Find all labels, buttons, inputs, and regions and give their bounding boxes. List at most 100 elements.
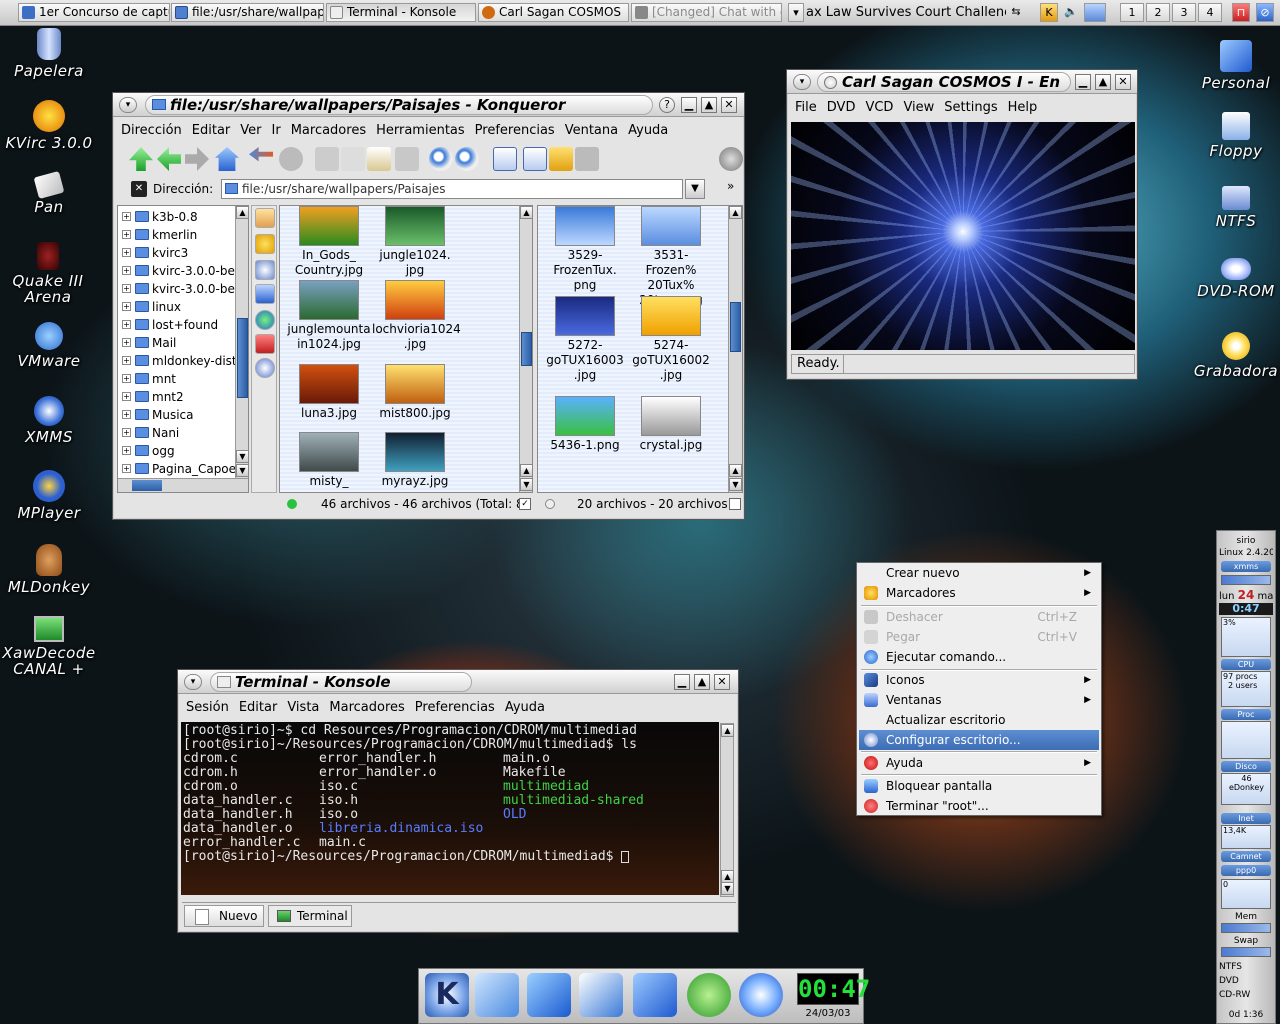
desktop-icon-pan[interactable]: Pan — [1, 171, 97, 215]
window-menu-button[interactable]: ▾ — [793, 74, 811, 90]
menu-file[interactable]: File — [795, 100, 817, 115]
desktop-icon-vmware[interactable]: VMware — [1, 322, 97, 369]
scroll-down-button[interactable]: ▼ — [729, 478, 742, 491]
scroll-up-button-2[interactable]: ▲ — [729, 464, 742, 477]
scroll-thumb[interactable] — [521, 332, 532, 366]
bookmarks-star-icon[interactable] — [255, 234, 275, 254]
menu-ayuda[interactable]: Ayuda — [628, 123, 668, 138]
file-item[interactable]: lochvioria1024 .jpg — [372, 280, 461, 352]
services-icon[interactable] — [255, 334, 275, 354]
scroll-down-button[interactable]: ▼ — [236, 450, 248, 463]
klipper-icon[interactable] — [1084, 3, 1106, 22]
up-arrow-icon[interactable] — [129, 147, 153, 171]
menu-item-ejecutar[interactable]: Ejecutar comando... — [859, 647, 1099, 667]
desktop-4[interactable]: 4 — [1198, 3, 1222, 22]
tree-item[interactable]: + mldonkey-distr — [122, 352, 242, 370]
tree-hscrollbar[interactable] — [118, 478, 248, 492]
maximize-button[interactable]: ▲ — [694, 674, 710, 690]
delete-icon[interactable] — [575, 147, 599, 171]
news-ticker[interactable]: ax Law Survives Court Challenc — [806, 3, 1006, 22]
tree-item[interactable]: + kmerlin — [122, 226, 197, 244]
gk-fs-dvd[interactable]: DVD — [1219, 975, 1273, 987]
kde-tray-icon[interactable]: K — [1040, 3, 1058, 22]
scroll-down-button[interactable]: ▼ — [721, 882, 734, 895]
network-globe-icon[interactable] — [255, 310, 275, 330]
gk-xmms-bar[interactable] — [1221, 575, 1271, 585]
video-area[interactable] — [791, 122, 1135, 350]
menu-item-marcadores[interactable]: Marcadores ▶ — [859, 583, 1099, 603]
file-item[interactable]: 5272- goTUX16003 .jpg — [542, 296, 628, 383]
task-konsole[interactable]: Terminal - Konsole — [326, 3, 476, 22]
gaim-launcher-button[interactable] — [687, 973, 731, 1017]
volume-icon[interactable]: 🔈 — [1062, 3, 1080, 22]
tree-item[interactable]: + lost+found — [122, 316, 218, 334]
address-dropdown-button[interactable]: ▼ — [685, 179, 705, 199]
scroll-up-button-2[interactable]: ▲ — [520, 464, 532, 477]
konsole-launcher-button[interactable] — [527, 973, 571, 1017]
file-item[interactable]: luna3.jpg — [286, 364, 372, 421]
task-concurso[interactable]: 1er Concurso de captu — [18, 3, 170, 22]
desktop-icon-quake[interactable]: Quake III Arena — [0, 242, 96, 305]
new-folder-icon[interactable] — [549, 147, 573, 171]
expand-icon[interactable]: + — [122, 302, 131, 311]
clear-address-icon[interactable]: ✕ — [131, 181, 147, 197]
expand-icon[interactable]: + — [122, 248, 131, 257]
file-item[interactable]: junglemounta in1024.jpg — [286, 280, 372, 352]
network-icon[interactable]: ⇆ — [1007, 3, 1025, 22]
kde-menu-button[interactable]: K — [425, 973, 469, 1017]
menu-marcadores[interactable]: Marcadores — [291, 123, 366, 138]
expand-icon[interactable]: + — [122, 284, 131, 293]
address-input[interactable]: file:/usr/share/wallpapers/Paisajes — [221, 179, 683, 199]
help-button[interactable]: ? — [659, 97, 675, 113]
logout-icon[interactable]: ⊘ — [1256, 3, 1274, 22]
menu-item-configurar[interactable]: Configurar escritorio... — [859, 730, 1099, 750]
menu-item-bloquear[interactable]: Bloquear pantalla — [859, 776, 1099, 796]
desktop-2[interactable]: 2 — [1146, 3, 1170, 22]
tree-item[interactable]: + kvirc3 — [122, 244, 188, 262]
file-item[interactable]: 3529- FrozenTux. png — [542, 206, 628, 293]
menu-herramientas[interactable]: Herramientas — [376, 123, 465, 138]
scroll-thumb[interactable] — [730, 302, 741, 352]
list-view-icon[interactable] — [523, 147, 547, 171]
menu-item-pegar[interactable]: Pegar Ctrl+V — [859, 627, 1099, 647]
tree-item[interactable]: + kvirc-3.0.0-bet — [122, 280, 240, 298]
scroll-up-button[interactable]: ▲ — [236, 206, 248, 219]
tree-item[interactable]: + Musica — [122, 406, 194, 424]
tree-item[interactable]: + Nani — [122, 424, 179, 442]
menu-editar[interactable]: Editar — [192, 123, 231, 138]
file-item[interactable]: jungle1024. jpg — [372, 206, 458, 278]
menu-vista[interactable]: Vista — [287, 700, 319, 715]
task-chat[interactable]: [Changed] Chat with c — [631, 3, 782, 22]
menu-ver[interactable]: Ver — [240, 123, 261, 138]
link-view-checkbox[interactable] — [729, 498, 741, 510]
menu-item-terminar[interactable]: Terminar "root"... — [859, 796, 1099, 816]
menu-item-ayuda[interactable]: Ayuda ▶ — [859, 753, 1099, 773]
tree-item[interactable]: + ogg — [122, 442, 175, 460]
cut-icon[interactable] — [315, 147, 339, 171]
tree-item[interactable]: + linux — [122, 298, 181, 316]
control-center-button[interactable] — [579, 973, 623, 1017]
file-item[interactable]: crystal.jpg — [628, 396, 714, 453]
print-icon[interactable] — [395, 147, 419, 171]
session-tab-terminal[interactable]: Terminal — [268, 905, 352, 927]
task-cosmos[interactable]: Carl Sagan COSMOS — [478, 3, 629, 22]
reload-icon[interactable] — [249, 147, 273, 162]
file-item[interactable]: misty_ — [286, 432, 372, 489]
menu-item-crear-nuevo[interactable]: Crear nuevo ▶ — [859, 563, 1099, 583]
paste-icon[interactable] — [367, 147, 391, 171]
menu-ir[interactable]: Ir — [272, 123, 281, 138]
menu-dvd[interactable]: DVD — [827, 100, 856, 115]
menu-marcadores[interactable]: Marcadores — [329, 700, 404, 715]
menu-view[interactable]: View — [903, 100, 934, 115]
file-item[interactable]: myrayz.jpg — [372, 432, 458, 489]
file-item[interactable]: 3531- Frozen% 20Tux% 20two.png — [628, 206, 714, 308]
desktop-icon-grabadora[interactable]: Grabadora — [1188, 332, 1280, 379]
scroll-up-button[interactable]: ▲ — [729, 206, 742, 219]
menu-sesion[interactable]: Sesión — [186, 700, 229, 715]
menu-ventana[interactable]: Ventana — [565, 123, 618, 138]
scroll-thumb[interactable] — [237, 318, 248, 398]
scroll-down-button-2[interactable]: ▼ — [236, 464, 248, 477]
icon-view-icon[interactable] — [493, 147, 517, 171]
close-button[interactable]: ✕ — [714, 674, 730, 690]
expand-icon[interactable]: + — [122, 392, 131, 401]
